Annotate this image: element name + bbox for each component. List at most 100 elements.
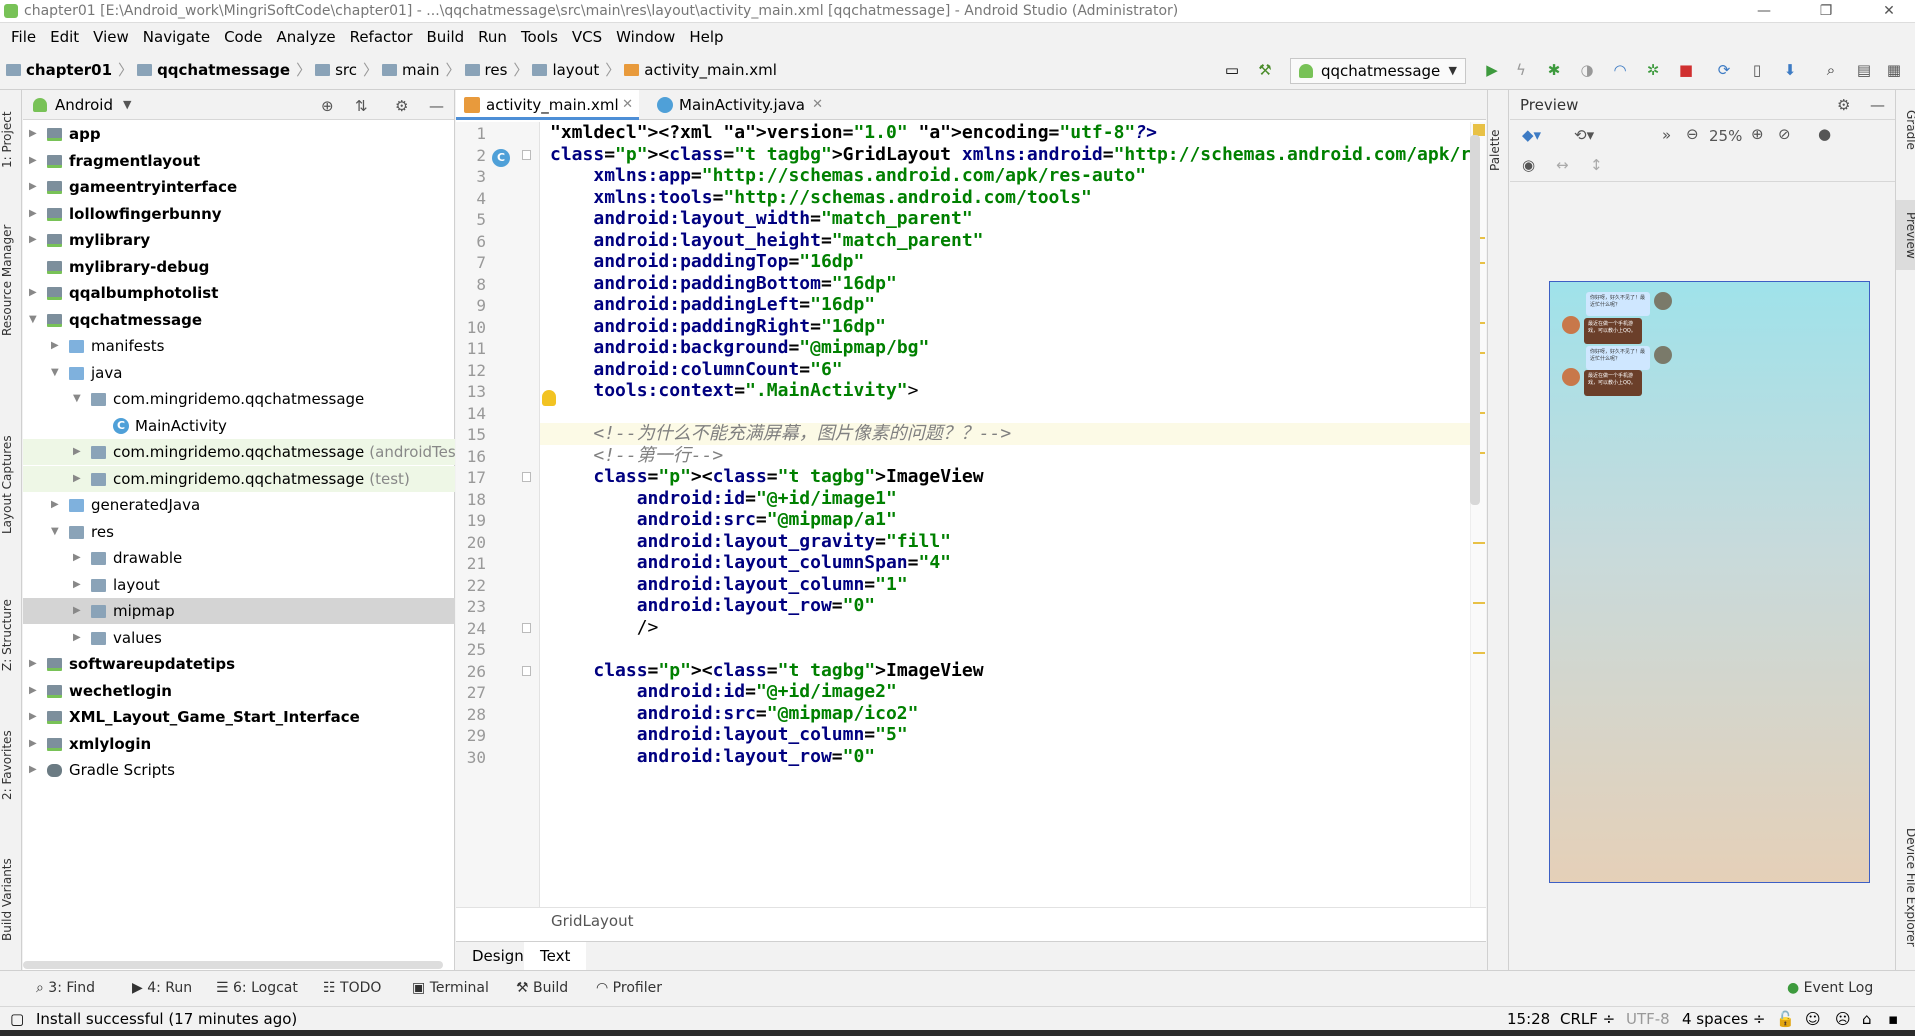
hammer-icon[interactable]: ⚒ xyxy=(1256,61,1274,79)
chevron-right-icon[interactable]: ▶ xyxy=(73,572,81,598)
run-configuration-select[interactable]: qqchatmessage ▼ xyxy=(1290,58,1466,84)
layout-icon[interactable]: ▭ xyxy=(1223,61,1241,79)
tree-item[interactable]: ▶ qqalbumphotolist xyxy=(23,280,455,306)
gear-icon[interactable]: ⚙ xyxy=(395,97,408,115)
event-log-button[interactable]: ● Event Log xyxy=(1787,980,1873,996)
tree-item[interactable]: ▶ lollowfingerbunny xyxy=(23,201,455,227)
lightbulb-icon[interactable] xyxy=(542,390,556,406)
code-line[interactable]: android:columnCount="6" xyxy=(540,359,1470,381)
avd-manager-icon[interactable]: ▯ xyxy=(1748,61,1766,79)
chevron-down-icon[interactable]: ▼ xyxy=(73,386,81,412)
code-line[interactable]: android:layout_column="5" xyxy=(540,724,1470,746)
tree-item[interactable]: ▶ fragmentlayout xyxy=(23,148,455,174)
breadcrumb-item[interactable]: src 〉 xyxy=(315,59,378,80)
settings-icon[interactable]: ▦ xyxy=(1885,61,1903,79)
code-line[interactable] xyxy=(540,402,1470,424)
code-area[interactable]: "xmldecl"><?xml "a">version="1.0" "a">en… xyxy=(540,122,1470,907)
breadcrumb-item[interactable]: res 〉 xyxy=(464,59,528,80)
code-line[interactable]: xmlns:tools="http://schemas.android.com/… xyxy=(540,187,1470,209)
inspector-icon[interactable]: ⌂ xyxy=(1862,1007,1872,1031)
code-line[interactable]: android:background="@mipmap/bg" xyxy=(540,337,1470,359)
logcat-tool-button[interactable]: ☰ 6: Logcat xyxy=(216,980,298,996)
code-line[interactable]: android:paddingTop="16dp" xyxy=(540,251,1470,273)
tree-item[interactable]: ▶ generatedJava xyxy=(23,492,455,518)
chevron-down-icon[interactable]: ▼ xyxy=(29,307,37,333)
tab-layout-captures[interactable]: Layout Captures xyxy=(0,430,22,540)
tree-item[interactable]: mylibrary-debug xyxy=(23,254,455,280)
chevron-right-icon[interactable]: ▶ xyxy=(29,148,37,174)
tree-item[interactable]: ▼ res xyxy=(23,519,455,545)
tree-item[interactable]: ▶ manifests xyxy=(23,333,455,359)
file-encoding[interactable]: UTF-8 xyxy=(1626,1007,1670,1031)
code-line[interactable]: class="p"><class="t tagbg">ImageView xyxy=(540,660,1470,682)
zoom-fit-icon[interactable]: ⊘ xyxy=(1778,125,1791,143)
maximize-button[interactable]: ❐ xyxy=(1803,0,1849,22)
tab-text[interactable]: Text xyxy=(524,942,587,971)
menu-vcs[interactable]: VCS xyxy=(572,28,602,46)
close-icon[interactable]: ✕ xyxy=(622,90,633,120)
menu-run[interactable]: Run xyxy=(478,28,507,46)
tree-item[interactable]: ▶ app xyxy=(23,121,455,147)
coverage-icon[interactable]: ✲ xyxy=(1644,61,1662,79)
tab-favorites[interactable]: 2: Favorites xyxy=(0,720,22,810)
code-line[interactable]: android:paddingLeft="16dp" xyxy=(540,294,1470,316)
breadcrumb-item[interactable]: main 〉 xyxy=(382,59,461,80)
attach-debugger-icon[interactable]: ◑ xyxy=(1578,61,1596,79)
fold-marker-icon[interactable] xyxy=(522,149,531,160)
code-line[interactable]: "xmldecl"><?xml "a">version="1.0" "a">en… xyxy=(540,122,1470,144)
find-tool-button[interactable]: ⌕ 3: Find xyxy=(36,980,95,996)
line-separator[interactable]: CRLF ÷ xyxy=(1560,1007,1615,1031)
code-line[interactable]: android:layout_columnSpan="4" xyxy=(540,552,1470,574)
tree-item[interactable]: ▼ qqchatmessage xyxy=(23,307,455,333)
tree-item[interactable]: ▶ wechetlogin xyxy=(23,678,455,704)
debug-icon[interactable]: ✱ xyxy=(1545,61,1563,79)
tree-item[interactable]: ▶ softwareupdatetips xyxy=(23,651,455,677)
profiler-tool-button[interactable]: ◠ Profiler xyxy=(596,980,662,996)
code-line[interactable]: android:layout_row="0" xyxy=(540,746,1470,768)
chevron-right-icon[interactable]: ▶ xyxy=(29,280,37,306)
tab-project[interactable]: 1: Project xyxy=(0,100,22,180)
tree-item[interactable]: ▼ java xyxy=(23,360,455,386)
tree-item[interactable]: ▶ drawable xyxy=(23,545,455,571)
terminal-tool-button[interactable]: ▣ Terminal xyxy=(412,980,489,996)
code-line[interactable]: class="p"><class="t tagbg">GridLayout xm… xyxy=(540,144,1470,166)
code-line[interactable]: android:paddingBottom="16dp" xyxy=(540,273,1470,295)
todo-tool-button[interactable]: ☷ TODO xyxy=(323,980,381,996)
fold-marker-icon[interactable] xyxy=(522,665,531,676)
tree-item[interactable]: ▶ com.mingridemo.qqchatmessage (test) xyxy=(23,465,455,492)
chevron-right-icon[interactable]: ▶ xyxy=(73,439,81,465)
hide-icon[interactable]: — xyxy=(1870,90,1885,120)
chevron-right-icon[interactable]: ▶ xyxy=(73,545,81,571)
horizontal-scrollbar[interactable] xyxy=(23,961,443,969)
tree-item[interactable]: ▶ com.mingridemo.qqchatmessage (androidTes… xyxy=(23,439,455,465)
tree-item[interactable]: ▶ XML_Layout_Game_Start_Interface xyxy=(23,704,455,730)
menu-build[interactable]: Build xyxy=(427,28,465,46)
run-tool-button[interactable]: ▶ 4: Run xyxy=(132,980,192,996)
chevron-down-icon[interactable]: ▼ xyxy=(51,519,59,545)
chevron-right-icon[interactable]: ▶ xyxy=(29,201,37,227)
profile-icon[interactable]: ◠ xyxy=(1611,61,1629,79)
tree-item[interactable]: ▶ values xyxy=(23,625,455,651)
collapse-icon[interactable]: ⇅ xyxy=(355,97,368,115)
xml-breadcrumb[interactable]: GridLayout xyxy=(456,907,1486,933)
menu-view[interactable]: View xyxy=(93,28,129,46)
tab-palette[interactable]: Palette xyxy=(1488,120,1510,180)
crosshair-icon[interactable]: ⊕ xyxy=(321,97,334,115)
close-icon[interactable]: ✕ xyxy=(812,90,823,120)
project-view-select[interactable]: Android xyxy=(55,96,113,114)
menu-file[interactable]: File xyxy=(11,28,36,46)
code-line[interactable]: <!--为什么不能充满屏幕，图片像素的问题？？--> xyxy=(540,423,1470,445)
breadcrumb-item[interactable]: activity_main.xml xyxy=(624,61,777,79)
vertical-scrollbar[interactable] xyxy=(1470,135,1480,505)
menu-help[interactable]: Help xyxy=(689,28,723,46)
chevron-right-icon[interactable]: ▶ xyxy=(29,704,37,730)
code-line[interactable]: tools:context=".MainActivity"> xyxy=(540,380,1470,402)
code-line[interactable]: android:layout_gravity="fill" xyxy=(540,531,1470,553)
code-line[interactable]: xmlns:app="http://schemas.android.com/ap… xyxy=(540,165,1470,187)
chevron-right-icon[interactable]: ▶ xyxy=(29,757,37,783)
tree-item[interactable]: C MainActivity xyxy=(23,413,455,439)
caret-position[interactable]: 15:28 xyxy=(1507,1007,1550,1031)
device-preview[interactable]: 你好呀，好久不见了！最近忙什么呢？ 最近在做一个手机游戏，可以教小上QQ。 你好… xyxy=(1549,281,1870,883)
tree-item[interactable]: ▶ xmlylogin xyxy=(23,731,455,757)
code-line[interactable]: class="p"><class="t tagbg">ImageView xyxy=(540,466,1470,488)
